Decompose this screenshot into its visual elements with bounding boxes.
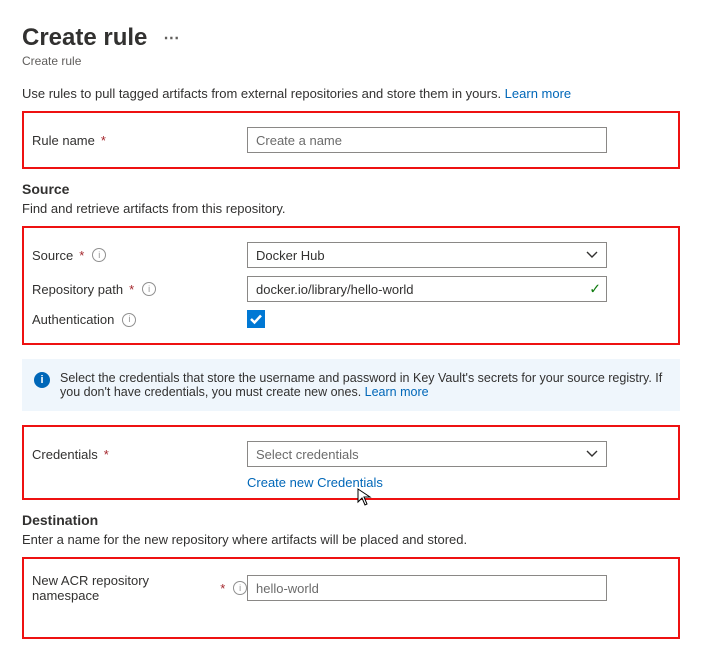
info-panel-learn-more-link[interactable]: Learn more bbox=[365, 385, 429, 399]
required-asterisk: * bbox=[220, 581, 225, 596]
rule-name-label: Rule name bbox=[32, 133, 95, 148]
auth-label: Authentication bbox=[32, 312, 114, 327]
info-icon[interactable]: i bbox=[142, 282, 156, 296]
info-panel-text: Select the credentials that store the us… bbox=[60, 371, 662, 399]
credentials-select-placeholder: Select credentials bbox=[256, 447, 359, 462]
namespace-input[interactable] bbox=[247, 575, 607, 601]
destination-subtext: Enter a name for the new repository wher… bbox=[22, 532, 680, 547]
more-icon[interactable]: ⋯ bbox=[163, 28, 181, 48]
info-icon[interactable]: i bbox=[92, 248, 106, 262]
required-asterisk: * bbox=[129, 282, 134, 297]
chevron-down-icon bbox=[586, 448, 598, 460]
page-title: Create rule bbox=[22, 24, 147, 52]
source-select-value: Docker Hub bbox=[256, 248, 325, 263]
source-label: Source bbox=[32, 248, 73, 263]
credentials-label: Credentials bbox=[32, 447, 98, 462]
required-asterisk: * bbox=[101, 133, 106, 148]
source-subtext: Find and retrieve artifacts from this re… bbox=[22, 201, 680, 216]
namespace-label: New ACR repository namespace bbox=[32, 573, 214, 603]
auth-checkbox[interactable] bbox=[247, 310, 265, 328]
info-icon: i bbox=[34, 372, 50, 388]
required-asterisk: * bbox=[79, 248, 84, 263]
rule-name-section: Rule name * bbox=[22, 111, 680, 169]
destination-section: New ACR repository namespace * i bbox=[22, 557, 680, 639]
breadcrumb: Create rule bbox=[22, 54, 680, 68]
credentials-section: Credentials * Select credentials Create … bbox=[22, 425, 680, 500]
rule-name-input[interactable] bbox=[247, 127, 607, 153]
repo-path-label: Repository path bbox=[32, 282, 123, 297]
destination-heading: Destination bbox=[22, 512, 680, 528]
required-asterisk: * bbox=[104, 447, 109, 462]
intro-learn-more-link[interactable]: Learn more bbox=[505, 86, 571, 101]
intro-body: Use rules to pull tagged artifacts from … bbox=[22, 86, 505, 101]
intro-text: Use rules to pull tagged artifacts from … bbox=[22, 86, 680, 101]
credentials-info-panel: i Select the credentials that store the … bbox=[22, 359, 680, 411]
credentials-select[interactable]: Select credentials bbox=[247, 441, 607, 467]
source-heading: Source bbox=[22, 181, 680, 197]
chevron-down-icon bbox=[586, 249, 598, 261]
info-icon[interactable]: i bbox=[233, 581, 247, 595]
repo-path-input[interactable] bbox=[247, 276, 607, 302]
info-icon[interactable]: i bbox=[122, 313, 136, 327]
source-select[interactable]: Docker Hub bbox=[247, 242, 607, 268]
source-section: Source * i Docker Hub Repository path * … bbox=[22, 226, 680, 345]
